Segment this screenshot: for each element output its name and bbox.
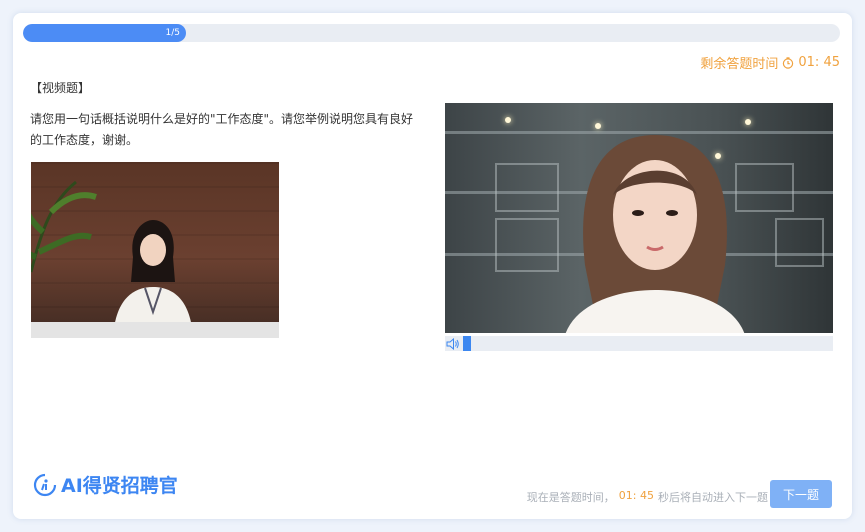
remaining-time-label: 剩余答题时间 [700,57,779,72]
question-type: 【视频题】 [30,81,91,95]
progress-label: 1/5 [165,28,180,38]
sample-video[interactable] [31,162,279,338]
next-question-button[interactable]: 下一题 [770,480,832,508]
audio-level-bar [445,336,833,351]
brand-logo-icon [33,473,57,496]
candidate-person [565,135,745,333]
remaining-time-value: 01: 45 [798,55,840,70]
progress-fill: 1/5 [23,24,186,42]
question-text: 请您用一句话概括说明什么是好的"工作态度"。请您举例说明您具有良好的工作态度，谢… [30,112,414,147]
auto-advance-prefix: 现在是答题时间， [526,491,615,504]
audio-level-indicator [463,336,471,351]
plant-decoration [31,180,97,273]
brand-logo: AI得贤招聘官 [33,471,178,498]
sample-person [113,220,193,338]
brand-name: AI得贤招聘官 [61,475,178,497]
progress-bar: 1/5 [23,24,840,42]
candidate-video[interactable] [445,103,833,333]
clock-icon [783,56,794,69]
auto-advance-time: 01: 45 [618,489,654,502]
auto-advance-note: 现在是答题时间， 01: 45 秒后将自动进入下一题 [527,489,768,505]
remaining-time: 剩余答题时间 01: 45 [700,53,840,72]
auto-advance-suffix: 秒后将自动进入下一题 [658,491,768,504]
interview-card: 1/5 剩余答题时间 01: 45 【视频题】 请您用一句话概括说明什么是好的"… [13,13,852,519]
speaker-icon [446,337,459,350]
